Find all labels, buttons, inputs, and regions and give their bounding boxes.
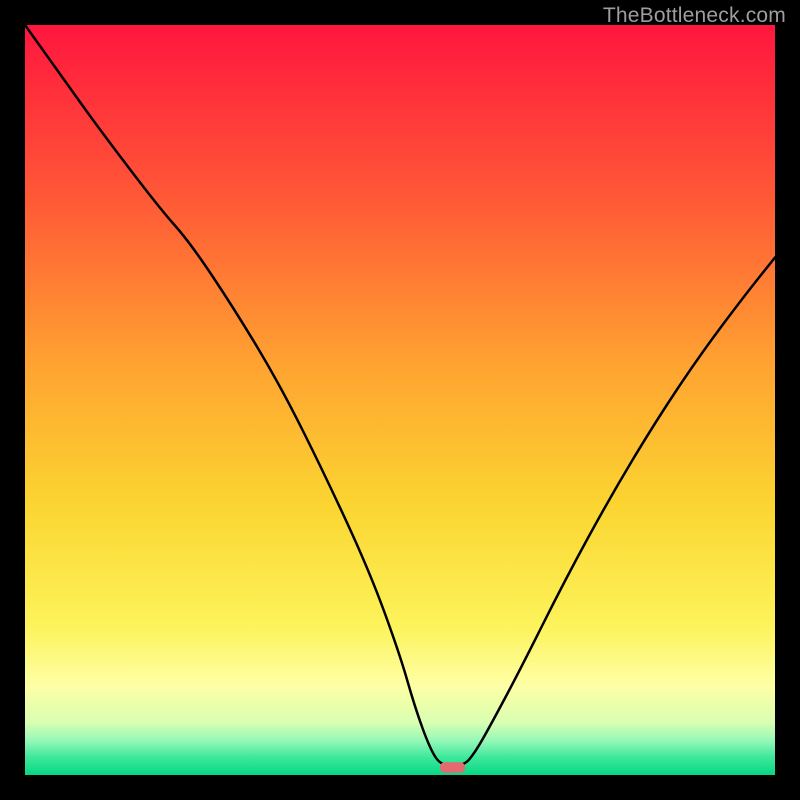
chart-plot xyxy=(25,25,775,775)
optimal-point-marker xyxy=(440,762,466,773)
chart-background xyxy=(25,25,775,775)
chart-svg xyxy=(25,25,775,775)
watermark: TheBottleneck.com xyxy=(603,4,786,28)
chart-stage: TheBottleneck.com xyxy=(0,0,800,800)
